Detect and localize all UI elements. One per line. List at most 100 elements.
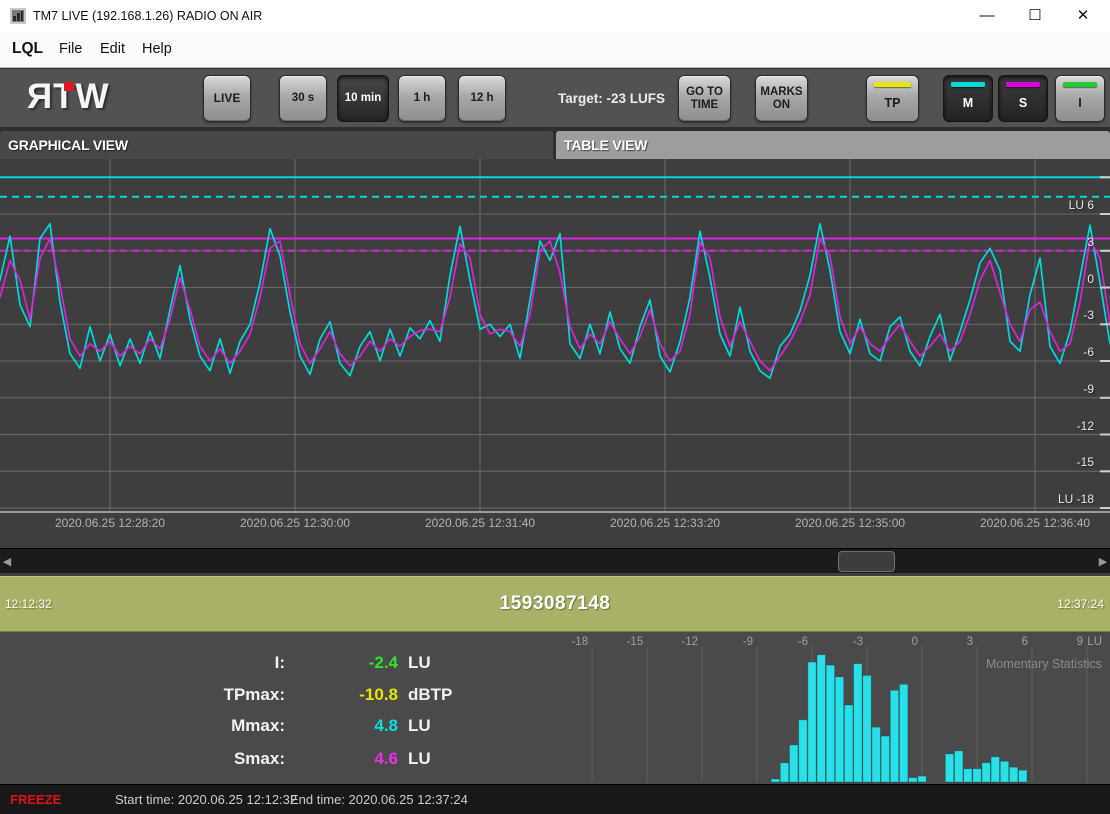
- svg-text:6: 6: [1022, 636, 1028, 648]
- svg-text:-18: -18: [571, 636, 588, 648]
- end-time-text: End time: 2020.06.25 12:37:24: [290, 785, 468, 814]
- stat-unit: LU: [408, 749, 431, 769]
- momentary-statistics-histogram: -18 -15 -12 -9 -6 -3 0 3 6 9 LU Momentary Statistic…: [555, 632, 1110, 784]
- x-axis-labels: 2020.06.25 12:28:20 2020.06.25 12:30:00 20…: [0, 513, 1110, 545]
- log-time-bar: 12:12:32 1593087148 12:37:24: [0, 576, 1110, 632]
- stat-value: -10.8: [293, 685, 398, 705]
- status-bar: FREEZE Start time: 2020.06.25 12:12:32 E…: [0, 784, 1110, 814]
- range-12h-button[interactable]: 12 h: [458, 75, 506, 122]
- menu-item-file[interactable]: File: [55, 32, 86, 68]
- stat-label: Smax:: [0, 749, 285, 769]
- stat-label: TPmax:: [0, 685, 285, 705]
- close-button[interactable]: ✕: [1060, 0, 1106, 32]
- svg-text:-6: -6: [798, 636, 808, 648]
- statistics-panel: I: -2.4 LU TPmax: -10.8 dBTP Mmax: 4.8 LU Smax: 4.…: [0, 632, 1110, 784]
- loudness-history-chart[interactable]: LU 6 3 0 -3 -6 -9 -12 -15 LU -18: [0, 159, 1110, 513]
- svg-text:3: 3: [967, 636, 973, 648]
- scrollbar-thumb[interactable]: [838, 551, 895, 572]
- scroll-left-arrow-icon[interactable]: ◀: [0, 549, 14, 573]
- minimize-button[interactable]: —: [964, 0, 1010, 32]
- y-axis-label: -6: [1083, 345, 1094, 359]
- svg-text:-12: -12: [681, 636, 698, 648]
- logo-red-square: [64, 82, 74, 91]
- menu-bar: LQL File Edit Help: [0, 32, 1110, 68]
- tab-table-view[interactable]: TABLE VIEW: [556, 131, 1110, 159]
- log-end-time: 12:37:24: [1057, 577, 1104, 631]
- go-to-time-button[interactable]: GO TO TIME: [678, 75, 731, 122]
- x-axis-tick-label: 2020.06.25 12:35:00: [770, 516, 930, 530]
- x-axis-tick-label: 2020.06.25 12:36:40: [955, 516, 1110, 530]
- m-label: M: [963, 96, 973, 110]
- range-10min-button[interactable]: 10 min: [337, 75, 389, 122]
- s-label: S: [1019, 96, 1027, 110]
- stat-unit: LU: [408, 716, 431, 736]
- x-axis-tick-label: 2020.06.25 12:28:20: [30, 516, 190, 530]
- svg-text:-15: -15: [626, 636, 643, 648]
- stat-unit: LU: [408, 653, 431, 673]
- stat-value: 4.6: [293, 749, 398, 769]
- view-tab-bar: GRAPHICAL VIEW TABLE VIEW: [0, 127, 1110, 159]
- i-label: I: [1078, 96, 1081, 110]
- marks-on-button[interactable]: MARKS ON: [755, 75, 808, 122]
- live-button[interactable]: LIVE: [203, 75, 251, 122]
- stat-value: -2.4: [293, 653, 398, 673]
- i-color-bar: [1063, 82, 1097, 87]
- scrollbar-track[interactable]: ◀ ▶: [0, 548, 1110, 573]
- histogram-subtitle: Momentary Statistics: [986, 657, 1102, 671]
- svg-text:LU: LU: [1087, 636, 1102, 648]
- y-axis-label: 3: [1087, 235, 1094, 249]
- stat-row: Mmax: 4.8 LU: [0, 716, 555, 740]
- trace-m: [0, 224, 1110, 378]
- stat-row: I: -2.4 LU: [0, 653, 555, 677]
- svg-text:9: 9: [1077, 636, 1083, 648]
- y-axis-label: LU 6: [1069, 198, 1094, 212]
- menu-item-lql[interactable]: LQL: [8, 32, 47, 68]
- tab-graphical-view[interactable]: GRAPHICAL VIEW: [0, 131, 553, 159]
- timeline-scrollbar: ◀ ▶: [0, 545, 1110, 576]
- target-lufs-label: Target: -23 LUFS: [558, 69, 665, 128]
- x-axis-tick-label: 2020.06.25 12:33:20: [585, 516, 745, 530]
- start-time-text: Start time: 2020.06.25 12:12:32: [115, 785, 297, 814]
- tm7-window: TM7 LIVE (192.168.1.26) RADIO ON AIR — ☐…: [0, 0, 1110, 814]
- y-axis-label: -3: [1083, 308, 1094, 322]
- log-epoch-id: 1593087148: [0, 577, 1110, 631]
- range-30s-button[interactable]: 30 s: [279, 75, 327, 122]
- integrated-button[interactable]: I: [1055, 75, 1105, 122]
- momentary-button[interactable]: M: [943, 75, 993, 122]
- trace-s: [0, 239, 1110, 371]
- y-axis-label: -9: [1083, 382, 1094, 396]
- shortterm-button[interactable]: S: [998, 75, 1048, 122]
- svg-text:-9: -9: [743, 636, 753, 648]
- y-axis-label: 0: [1087, 272, 1094, 286]
- toolbar: ЯTW LIVE 30 s 10 min 1 h 12 h Target: -2…: [0, 68, 1110, 127]
- chart-canvas: [0, 159, 1110, 511]
- scroll-right-arrow-icon[interactable]: ▶: [1096, 549, 1110, 573]
- x-axis-tick-label: 2020.06.25 12:30:00: [215, 516, 375, 530]
- stat-row: Smax: 4.6 LU: [0, 749, 555, 773]
- menu-item-edit[interactable]: Edit: [96, 32, 129, 68]
- menu-item-help[interactable]: Help: [138, 32, 176, 68]
- window-title: TM7 LIVE (192.168.1.26) RADIO ON AIR: [33, 0, 262, 32]
- x-axis-tick-label: 2020.06.25 12:31:40: [400, 516, 560, 530]
- title-bar: TM7 LIVE (192.168.1.26) RADIO ON AIR — ☐…: [0, 0, 1110, 32]
- svg-text:0: 0: [912, 636, 918, 648]
- rtw-logo: ЯTW: [27, 77, 137, 117]
- tp-color-bar: [874, 82, 911, 87]
- freeze-status: FREEZE: [10, 785, 61, 814]
- maximize-button[interactable]: ☐: [1012, 0, 1058, 32]
- y-axis-label: -12: [1077, 419, 1094, 433]
- stat-row: TPmax: -10.8 dBTP: [0, 685, 555, 709]
- app-icon: [10, 8, 26, 24]
- tp-button[interactable]: TP: [866, 75, 919, 122]
- m-color-bar: [951, 82, 985, 87]
- stat-label: I:: [0, 653, 285, 673]
- tp-label: TP: [885, 96, 901, 110]
- svg-text:-3: -3: [853, 636, 863, 648]
- s-color-bar: [1006, 82, 1040, 87]
- y-axis-label: -15: [1077, 455, 1094, 469]
- stat-value: 4.8: [293, 716, 398, 736]
- stat-unit: dBTP: [408, 685, 452, 705]
- stat-label: Mmax:: [0, 716, 285, 736]
- range-1h-button[interactable]: 1 h: [398, 75, 446, 122]
- y-axis-label: LU -18: [1058, 492, 1094, 506]
